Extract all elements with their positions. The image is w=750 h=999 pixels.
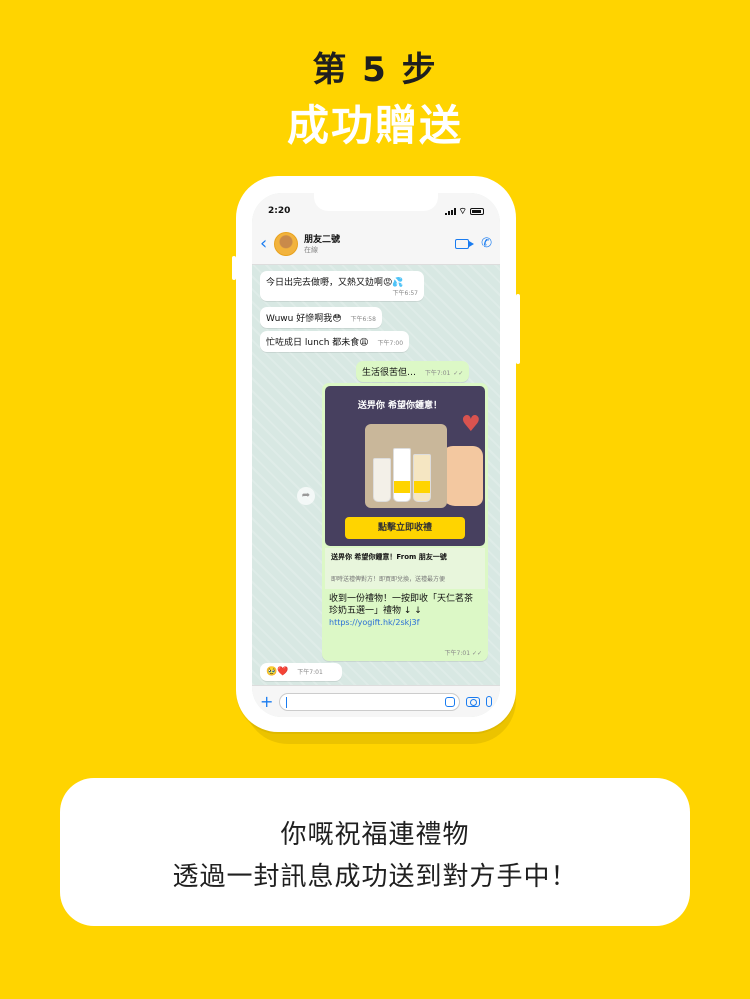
video-call-icon[interactable] <box>455 238 475 249</box>
sticker-icon[interactable] <box>445 696 455 707</box>
contact-status: 在線 <box>304 246 318 254</box>
gift-banner-title: 送畀你 希望你鍾意！ <box>357 401 443 411</box>
wifi-icon: ⌔ <box>458 206 467 217</box>
info-line-1: 你嘅祝福連禮物 <box>280 820 470 850</box>
phone-frame: 2:20 ⌔ ‹ 朋友二號 在線 ✆ 今日出完去做嘢，又熱又攰啊😡💦 下午6:5… <box>232 176 520 732</box>
battery-icon <box>470 207 484 215</box>
gift-banner[interactable]: 送畀你 希望你鍾意！ ♥ 點擊立即收禮 <box>325 386 485 546</box>
message-bubble-3[interactable]: 忙咗成日 lunch 都未食😩 下午7:00 <box>260 331 410 352</box>
message-time: 下午7:01 <box>444 650 471 657</box>
message-bubble-4[interactable]: 生活很苦但… 下午7:01 ✓✓ <box>356 361 470 382</box>
gift-message-text: 收到一份禮物！一按即收「天仁茗茶珍奶五選一」禮物 ↓ ↓ <box>329 594 474 616</box>
gift-caption[interactable]: 送畀你 希望你鍾意！From 朋友一號 即時送禮俾對方！即買即兌換，送禮最方便 <box>325 548 485 589</box>
gift-text: 收到一份禮物！一按即收「天仁茗茶珍奶五選一」禮物 ↓ ↓ https://yog… <box>325 589 485 629</box>
info-line-2: 透過一封訊息成功送到對方手中！ <box>172 862 578 892</box>
contact-info[interactable]: 朋友二號 在線 <box>304 232 445 255</box>
message-time: 下午7:00 <box>377 340 404 347</box>
phone-screen: 2:20 ⌔ ‹ 朋友二號 在線 ✆ 今日出完去做嘢，又熱又攰啊😡💦 下午6:5… <box>252 193 500 717</box>
tea-cup-image <box>413 454 431 502</box>
step-title: 第 5 步 <box>312 50 438 90</box>
input-bar: + <box>252 685 500 717</box>
contact-name: 朋友二號 <box>304 235 341 245</box>
reply-bubble[interactable]: 🥹❤️ 下午7:01 <box>260 663 342 681</box>
message-input[interactable] <box>279 692 460 711</box>
tea-cup-image <box>373 458 391 502</box>
gift-product-image <box>365 424 447 508</box>
message-time: 下午6:58 <box>350 316 376 323</box>
message-text: 今日出完去做嘢，又熱又攰啊😡💦 <box>266 278 404 288</box>
step-subtitle: 成功贈送 <box>286 101 463 150</box>
chat-header: ‹ 朋友二號 在線 ✆ <box>252 223 500 265</box>
microphone-icon[interactable] <box>486 696 492 707</box>
gift-link[interactable]: https://yogift.hk/2skj3f <box>329 617 481 629</box>
message-text: 忙咗成日 lunch 都未食😩 <box>266 338 369 348</box>
chat-body[interactable]: 今日出完去做嘢，又熱又攰啊😡💦 下午6:57 Wuwu 好慘啊我😳 下午6:58… <box>252 265 500 685</box>
notch <box>314 193 438 211</box>
message-time: 下午6:57 <box>392 290 418 297</box>
thumbs-up-image <box>441 446 483 506</box>
gift-caption-subtitle: 即時送禮俾對方！即買即兌換，送禮最方便 <box>331 576 446 583</box>
message-text: Wuwu 好慘啊我😳 <box>266 314 342 324</box>
add-attachment-icon[interactable]: + <box>260 692 273 711</box>
message-text: 🥹❤️ <box>266 667 289 677</box>
info-card: 你嘅祝福連禮物 透過一封訊息成功送到對方手中！ <box>60 778 690 926</box>
side-button-left <box>232 256 236 280</box>
camera-icon[interactable] <box>466 696 480 707</box>
message-bubble-1[interactable]: 今日出完去做嘢，又熱又攰啊😡💦 下午6:57 <box>260 271 424 301</box>
claim-gift-button[interactable]: 點擊立即收禮 <box>345 517 465 539</box>
signal-icon <box>444 207 456 215</box>
side-button-right <box>516 294 520 364</box>
phone-call-icon[interactable]: ✆ <box>481 236 492 251</box>
message-text: 生活很苦但… <box>362 368 417 378</box>
read-ticks-icon: ✓✓ <box>453 370 464 377</box>
gift-time: 下午7:01 ✓✓ <box>444 650 482 657</box>
tea-cup-image <box>393 448 411 502</box>
forward-icon[interactable]: ➦ <box>297 487 315 505</box>
gift-message[interactable]: 送畀你 希望你鍾意！ ♥ 點擊立即收禮 送畀你 希望你鍾意！From 朋友一號 … <box>322 383 488 661</box>
gift-caption-title: 送畀你 希望你鍾意！From 朋友一號 <box>331 553 447 561</box>
message-bubble-2[interactable]: Wuwu 好慘啊我😳 下午6:58 <box>260 307 382 328</box>
heart-icon: ♥ <box>461 412 481 437</box>
back-icon[interactable]: ‹ <box>260 233 274 254</box>
message-time: 下午7:01 <box>424 370 451 377</box>
message-time: 下午7:01 <box>297 669 323 676</box>
avatar[interactable] <box>274 231 298 256</box>
status-icons: ⌔ <box>444 206 484 217</box>
